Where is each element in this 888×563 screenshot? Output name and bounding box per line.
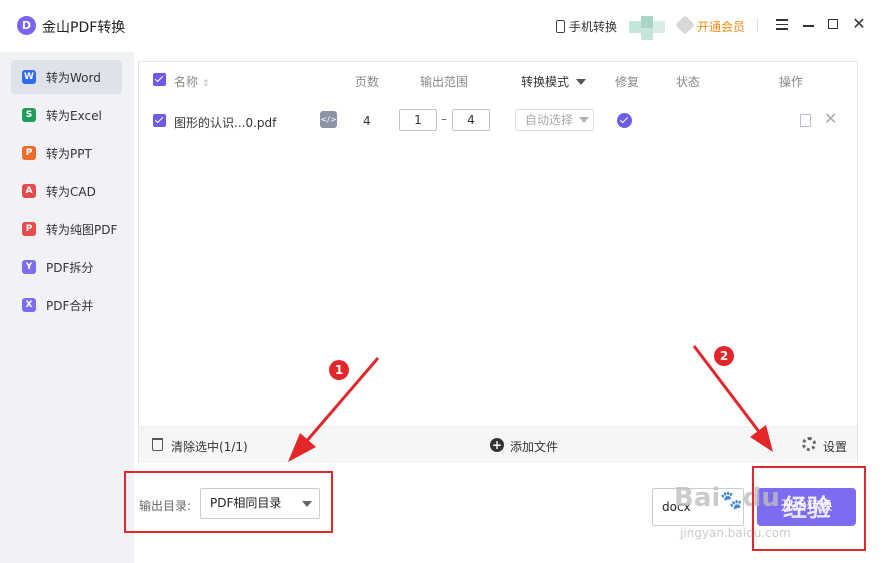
arrow-2-head — [750, 425, 773, 452]
annotation-badge-2: 2 — [714, 346, 734, 366]
annotation-arrows — [288, 345, 773, 462]
annotation-badge-1: 1 — [329, 360, 349, 380]
